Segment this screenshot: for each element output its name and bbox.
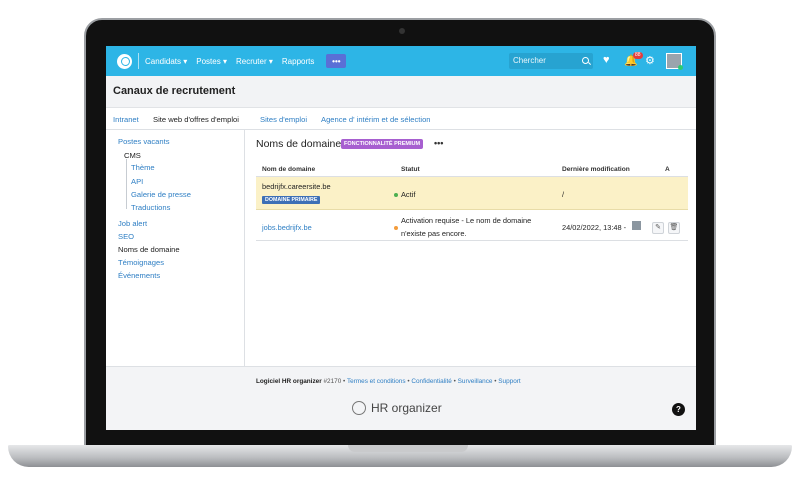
gear-icon[interactable]: ⚙ <box>645 54 655 67</box>
primary-domain-badge: DOMAINE PRIMAIRE <box>262 196 321 204</box>
main-title: Noms de domaine <box>256 138 342 150</box>
footer-product: Logiciel HR organizer <box>256 378 322 385</box>
sidebar-item-job-alert[interactable]: Job alert <box>118 219 147 228</box>
nav-rapports[interactable]: Rapports <box>282 57 314 66</box>
sidebar-item-seo[interactable]: SEO <box>118 232 134 241</box>
search-icon[interactable] <box>582 57 589 64</box>
status-active-icon <box>394 193 398 197</box>
nav-divider <box>138 53 139 69</box>
camera <box>399 28 405 34</box>
footer-links: Logiciel HR organizer #2170 • Termes et … <box>256 378 521 385</box>
online-status-icon <box>678 65 683 70</box>
sidebar-item-traductions[interactable]: Traductions <box>131 203 170 212</box>
app-logo-icon[interactable] <box>117 53 132 69</box>
footer-link-terms[interactable]: Termes et conditions <box>347 378 406 385</box>
help-icon[interactable]: ? <box>672 403 685 416</box>
app-screen: Candidats ▾ Postes ▾ Recruter ▾ Rapports… <box>106 46 696 430</box>
edit-icon[interactable]: ✎ <box>652 222 664 234</box>
nav-recruter[interactable]: Recruter ▾ <box>236 57 273 66</box>
modified-date: / <box>562 190 565 199</box>
footer-brand: HR organizer <box>352 401 442 415</box>
footer-build: #2170 <box>323 378 342 385</box>
heartbeat-icon[interactable]: ♥ <box>603 54 610 66</box>
more-options-button[interactable]: ••• <box>434 138 443 148</box>
column-header-domain[interactable]: Nom de domaine <box>262 166 315 173</box>
laptop-notch <box>348 445 468 452</box>
subtabs: Intranet Site web d'offres d'emploi Site… <box>106 108 696 130</box>
nav-postes[interactable]: Postes ▾ <box>196 57 227 66</box>
footer-link-support[interactable]: Support <box>498 378 520 385</box>
more-menu-button[interactable]: ••• <box>326 54 347 68</box>
page-title: Canaux de recrutement <box>113 85 236 97</box>
tree-line <box>126 159 127 209</box>
footer: Logiciel HR organizer #2170 • Termes et … <box>106 366 696 430</box>
sidebar-item-temoignages[interactable]: Témoignages <box>118 258 164 267</box>
sidebar-item-theme[interactable]: Thème <box>131 163 155 172</box>
status-text: Actif <box>401 190 416 199</box>
search-input[interactable]: Chercher <box>509 53 593 69</box>
tab-agence-interim[interactable]: Agence d' intérim et de sélection <box>321 115 431 124</box>
trash-icon[interactable]: 🗑 <box>668 222 680 234</box>
user-avatar <box>632 221 641 230</box>
nav-candidats[interactable]: Candidats ▾ <box>145 57 187 66</box>
column-header-status[interactable]: Statut <box>401 166 420 173</box>
search-placeholder: Chercher <box>513 56 546 65</box>
brand-logo-icon <box>352 401 366 415</box>
status-text-line2: n'existe pas encore. <box>401 229 467 238</box>
page-header: Canaux de recrutement <box>106 76 696 108</box>
domain-link[interactable]: jobs.bedrijfx.be <box>262 223 312 232</box>
column-header-actions: A <box>665 166 670 173</box>
domain-name: bedrijfx.careersite.be <box>262 182 331 191</box>
sidebar: Postes vacants CMS Thème API Galerie de … <box>106 130 245 366</box>
sidebar-item-galerie[interactable]: Galerie de presse <box>131 190 191 199</box>
premium-badge: FONCTIONNALITÉ PREMIUM <box>341 139 424 149</box>
footer-link-monitoring[interactable]: Surveillance <box>458 378 493 385</box>
brand-name: HR organizer <box>371 401 442 415</box>
sidebar-item-api[interactable]: API <box>131 177 143 186</box>
sidebar-item-evenements[interactable]: Événements <box>118 271 160 280</box>
notification-badge: 88 <box>633 52 643 59</box>
tab-site-web[interactable]: Site web d'offres d'emploi <box>153 115 239 124</box>
status-pending-icon <box>394 226 398 230</box>
column-header-modified[interactable]: Dernière modification <box>562 166 630 173</box>
modified-date: 24/02/2022, 13:48 - <box>562 223 627 232</box>
sidebar-item-noms-de-domaine[interactable]: Noms de domaine <box>118 245 180 254</box>
laptop-base <box>8 445 792 467</box>
status-text-line1: Activation requise - Le nom de domaine <box>401 216 532 225</box>
tab-sites-emploi[interactable]: Sites d'emploi <box>260 115 307 124</box>
top-navigation: Candidats ▾ Postes ▾ Recruter ▾ Rapports… <box>106 46 696 76</box>
sidebar-item-postes-vacants[interactable]: Postes vacants <box>118 137 170 146</box>
footer-link-privacy[interactable]: Confidentialité <box>411 378 452 385</box>
tab-intranet[interactable]: Intranet <box>113 115 139 124</box>
